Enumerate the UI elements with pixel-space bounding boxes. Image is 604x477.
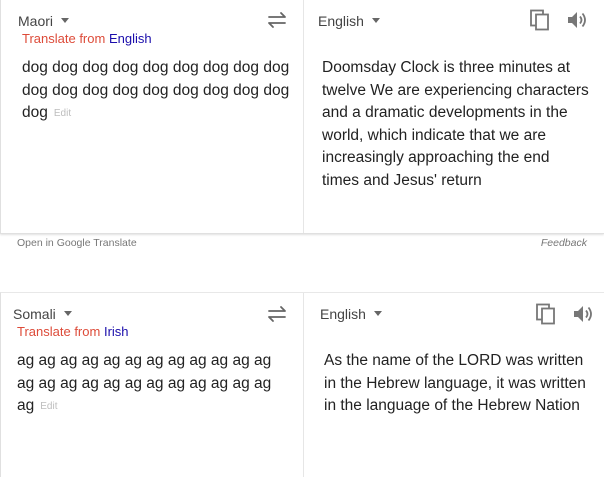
translation-line: times and Jesus' return <box>322 171 482 189</box>
panel-divider <box>303 0 304 233</box>
source-language-label: Somali <box>13 306 56 322</box>
translation-line: world, which indicate that we are <box>322 126 547 144</box>
source-text-line: dog dog dog dog dog dog dog dog dog <box>22 59 290 76</box>
source-text[interactable]: ag ag ag ag ag ag ag ag ag ag ag ag ag a… <box>17 350 297 419</box>
source-text[interactable]: dog dog dog dog dog dog dog dog dog dog … <box>22 57 297 126</box>
translate-from-language-link[interactable]: Irish <box>104 324 129 339</box>
translate-from-prefix: Translate from <box>17 324 101 339</box>
panel-divider <box>303 293 304 477</box>
translation-line: As the name of the LORD was written <box>324 352 584 369</box>
translate-from-hint: Translate from Irish <box>17 324 129 339</box>
open-in-google-translate-link[interactable]: Open in Google Translate <box>17 237 137 249</box>
source-text-line: ag ag ag ag ag ag ag ag ag ag ag ag <box>17 352 272 369</box>
edit-link[interactable]: Edit <box>54 108 71 119</box>
source-language-label: Maori <box>18 13 54 29</box>
target-language-selector[interactable]: English <box>320 306 382 322</box>
translation-output: Doomsday Clock is three minutes at twelv… <box>322 57 597 192</box>
translation-line: Doomsday Clock is three minutes at <box>322 59 571 76</box>
translation-line: in the Hebrew language, it was written <box>324 374 586 392</box>
target-language-label: English <box>318 13 364 29</box>
edit-link[interactable]: Edit <box>40 401 57 412</box>
translation-output: As the name of the LORD was written in t… <box>324 350 599 418</box>
source-text-line: ag ag ag ag ag ag ag ag ag ag ag ag <box>17 374 272 392</box>
translation-card-1: Maori Translate from English dog dog dog… <box>0 0 604 234</box>
source-text-line: dog <box>22 104 48 121</box>
translate-from-language-link[interactable]: English <box>109 31 152 46</box>
source-language-selector[interactable]: Maori <box>18 13 70 29</box>
copy-icon[interactable] <box>535 303 557 325</box>
translation-line: in the language of the Hebrew Nation <box>324 397 580 414</box>
chevron-down-icon <box>371 18 380 23</box>
speaker-icon[interactable] <box>566 9 588 31</box>
feedback-link[interactable]: Feedback <box>541 237 587 249</box>
target-language-selector[interactable]: English <box>318 13 380 29</box>
copy-icon[interactable] <box>529 9 551 31</box>
translation-line: and a dramatic developments in the <box>322 104 568 121</box>
source-language-selector[interactable]: Somali <box>13 306 72 322</box>
source-text-line: dog dog dog dog dog dog dog dog dog <box>22 81 290 99</box>
translation-line: increasingly approaching the end <box>322 149 550 166</box>
speaker-icon[interactable] <box>572 303 594 325</box>
translate-from-hint: Translate from English <box>22 31 152 46</box>
chevron-down-icon <box>61 18 70 23</box>
translate-from-prefix: Translate from <box>22 31 106 46</box>
translation-line: twelve We are experiencing characters <box>322 81 589 99</box>
translation-card-2: Somali Translate from Irish ag ag ag ag … <box>0 292 604 477</box>
swap-arrows-icon[interactable] <box>265 11 289 29</box>
chevron-down-icon <box>373 311 382 316</box>
chevron-down-icon <box>63 311 72 316</box>
source-text-line: ag <box>17 397 35 414</box>
target-language-label: English <box>320 306 366 322</box>
swap-arrows-icon[interactable] <box>265 305 289 323</box>
